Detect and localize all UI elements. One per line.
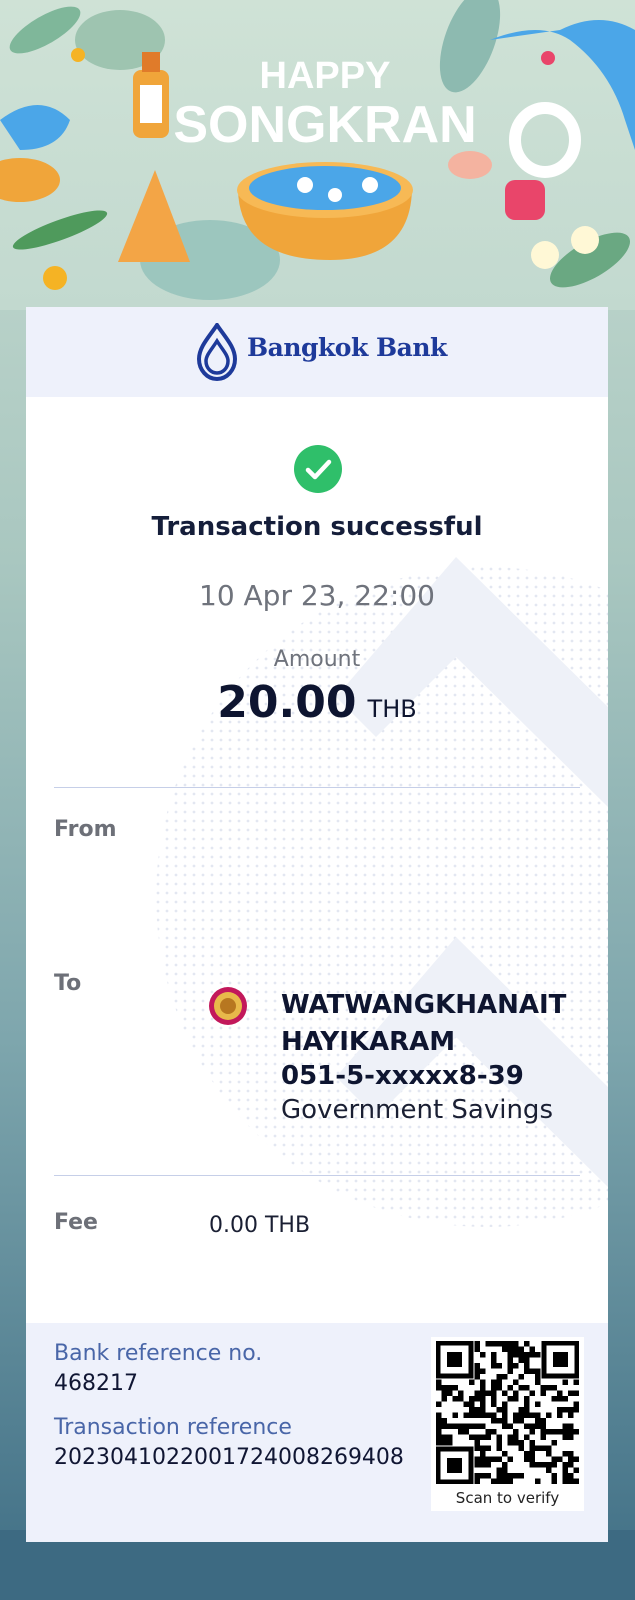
recipient-name: WATWANGKHANAIT HAYIKARAM xyxy=(281,990,567,1057)
amount-label: Amount xyxy=(273,647,361,672)
divider xyxy=(54,1175,580,1176)
banner-line2: SONGKRAN xyxy=(173,96,476,154)
transaction-reference-value: 2023041022001724008269408 xyxy=(54,1445,404,1470)
divider xyxy=(54,787,580,788)
bangkok-bank-logo-icon xyxy=(196,323,238,381)
success-check-icon xyxy=(294,445,342,493)
songkran-illustration: HAPPY SONGKRAN xyxy=(0,0,635,300)
recipient-bank: Government Savings xyxy=(281,1095,553,1125)
to-label: To xyxy=(54,971,82,996)
transaction-reference-label: Transaction reference xyxy=(54,1415,292,1440)
songkran-banner: HAPPY SONGKRAN xyxy=(0,0,635,310)
recipient-account: 051-5-xxxxx8-39 xyxy=(281,1061,524,1091)
bank-reference-label: Bank reference no. xyxy=(54,1341,263,1366)
from-label: From xyxy=(54,817,117,842)
banner-line1: HAPPY xyxy=(260,55,391,97)
fee-value: 0.00 THB xyxy=(209,1213,311,1238)
receipt-card: Bangkok Bank Transaction successful 10 A… xyxy=(26,307,608,1542)
qr-card: Scan to verify xyxy=(431,1337,584,1511)
amount-row: 20.00 THB xyxy=(26,677,608,728)
amount-currency: THB xyxy=(367,695,417,723)
fee-label: Fee xyxy=(54,1210,98,1235)
bank-logo-bar: Bangkok Bank xyxy=(26,307,608,397)
status-title: Transaction successful xyxy=(151,512,483,542)
amount-value: 20.00 xyxy=(217,677,357,728)
qr-caption: Scan to verify xyxy=(455,1489,560,1507)
temple-seal-icon xyxy=(209,987,247,1025)
bank-name: Bangkok Bank xyxy=(247,333,447,362)
reference-section: Bank reference no. 468217 Transaction re… xyxy=(26,1323,608,1542)
transaction-datetime: 10 Apr 23, 22:00 xyxy=(199,579,435,612)
qr-code-icon[interactable] xyxy=(436,1341,579,1484)
bank-reference-value: 468217 xyxy=(54,1371,138,1396)
